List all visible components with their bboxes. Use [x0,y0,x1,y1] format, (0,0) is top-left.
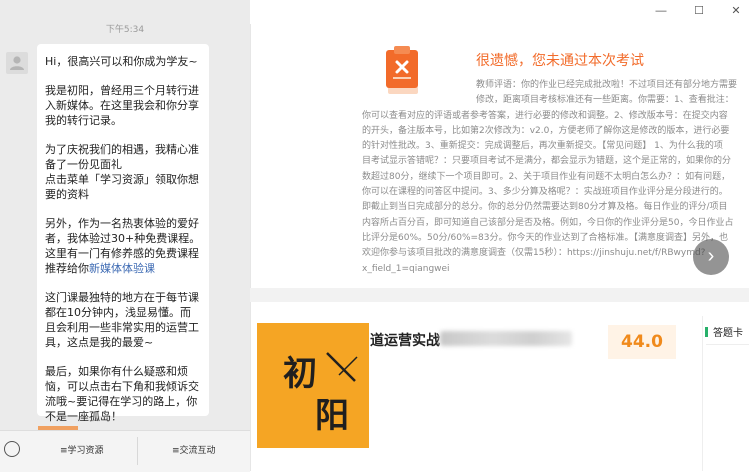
thumb-char-2: 阳 [315,396,349,436]
message-course-desc: 这门课最独特的地方在于每节课都在10分钟内，浅显易懂。而且会利用一些非常实用的运… [45,291,199,349]
comment-line: 比评分是60%。50分/60%=83分。你今天的作业达到了合格标准。【满意度调查… [362,232,728,243]
comment-line: 欢迎你参与该项目批改的满意度调查（仅需15秒）：https://jinshuju… [362,248,706,259]
section-separator [250,288,749,302]
menu-learning-resources[interactable]: ≡学习资源 [60,443,104,456]
comment-line: 修改，距离项目考核标准还有一些距离。你需要：1、查看批注： [476,95,734,106]
thumb-char-1: 初 [283,354,317,394]
score-badge: 44.0 [608,325,676,359]
comment-line: 你可以在课程的问答区中提问。3、多少分算及格呢？：实战班项目作业评分是分段进行的… [362,187,728,198]
panel-divider [250,0,251,471]
comment-line: 教师评语：你的作业已经完成批改啦！不过项目还有部分地方需要 [476,80,738,90]
close-button[interactable]: ✕ [729,4,743,18]
message-closing: 最后，如果你有什么疑惑和烦恼，可以点击右下角和我倾诉交流哦~要记得在学习的路上，… [45,365,199,423]
maximize-button[interactable]: ☐ [692,4,706,18]
course-thumbnail[interactable]: 初 阳 [257,323,369,448]
comment-line: 你可以查看对应的评语或者参考答案，进行必要的修改和调整。2、修改版本号：在提交内… [362,110,728,121]
comment-line: 内容所占百分百，即可知道自己该部分是否及格。例如，今日你的作业评分是50，今日作… [362,217,734,228]
accent-bar [705,327,708,337]
blurred-course-title [440,331,572,346]
comment-line: x_field_1=qiangwei [362,263,450,274]
teacher-comment: 教师评语：你的作业已经完成批改啦！不过项目还有部分地方需要 修改，距离项目考核标… [362,78,743,277]
comment-line: 的针对性批改。3、重新提交：完成调整后，再次重新提交。【常见问题】 1、为什么我… [362,141,723,152]
chat-panel: 下午5:34 Hi，很高兴可以和你成为学友~ 我是初阳，曾经用三个月转行进入新媒… [0,0,250,472]
message-greeting: Hi，很高兴可以和你成为学友~ [45,55,198,68]
comment-line: 的开头，备注版本号，比如第2次修改为：v2.0，方便老师了解你这是修改的版本，进… [362,125,730,136]
keyboard-toggle-icon[interactable] [4,441,20,457]
message-gift: 为了庆祝我们的相遇，我精心准备了一份见面礼 点击菜单「学习资源」领取你想要的资料 [45,143,199,201]
course-link[interactable]: 新媒体体验课 [89,262,155,275]
answer-card-divider [706,344,749,345]
comment-line: 即截止到当日完成部分的总分。你的总分仍然需要达到80分才算及格。每日作业的评分/… [362,202,728,213]
next-arrow-button[interactable]: › [693,239,729,275]
chat-menu-bar: ≡学习资源 ≡交流互动 [0,430,250,472]
menu-communication[interactable]: ≡交流互动 [172,443,216,456]
avatar[interactable] [6,52,28,74]
menu-divider [137,437,138,465]
comment-line: 目考试显示答错呢？：只要项目考试不是满分，都会显示为错题，这个是正常的，如果你的… [362,156,732,167]
chat-message-bubble: Hi，很高兴可以和你成为学友~ 我是初阳，曾经用三个月转行进入新媒体。在这里我会… [37,44,209,423]
chat-timestamp: 下午5:34 [105,25,145,35]
minimize-button[interactable]: — [654,4,668,18]
user-icon [10,56,24,70]
course-title: 道运营实战 [370,333,440,349]
answer-card-panel [702,316,749,471]
message-recommend: 另外，作为一名热衷体验的爱好者，我体验过30+种免费课程。这里有一门有修养感的免… [45,217,201,275]
answer-card-tab[interactable]: 答题卡 [705,324,743,339]
comment-line: 数超过80分，继续下一个项目即可。2、关于项目作业有问题不太明白怎么办？：如有问… [362,171,731,182]
message-intro: 我是初阳，曾经用三个月转行进入新媒体。在这里我会和你分享我的转行记录。 [45,84,199,127]
exam-result-title: 很遗憾，您未通过本次考试 [476,53,644,69]
window-titlebar: — ☐ ✕ [250,0,749,24]
